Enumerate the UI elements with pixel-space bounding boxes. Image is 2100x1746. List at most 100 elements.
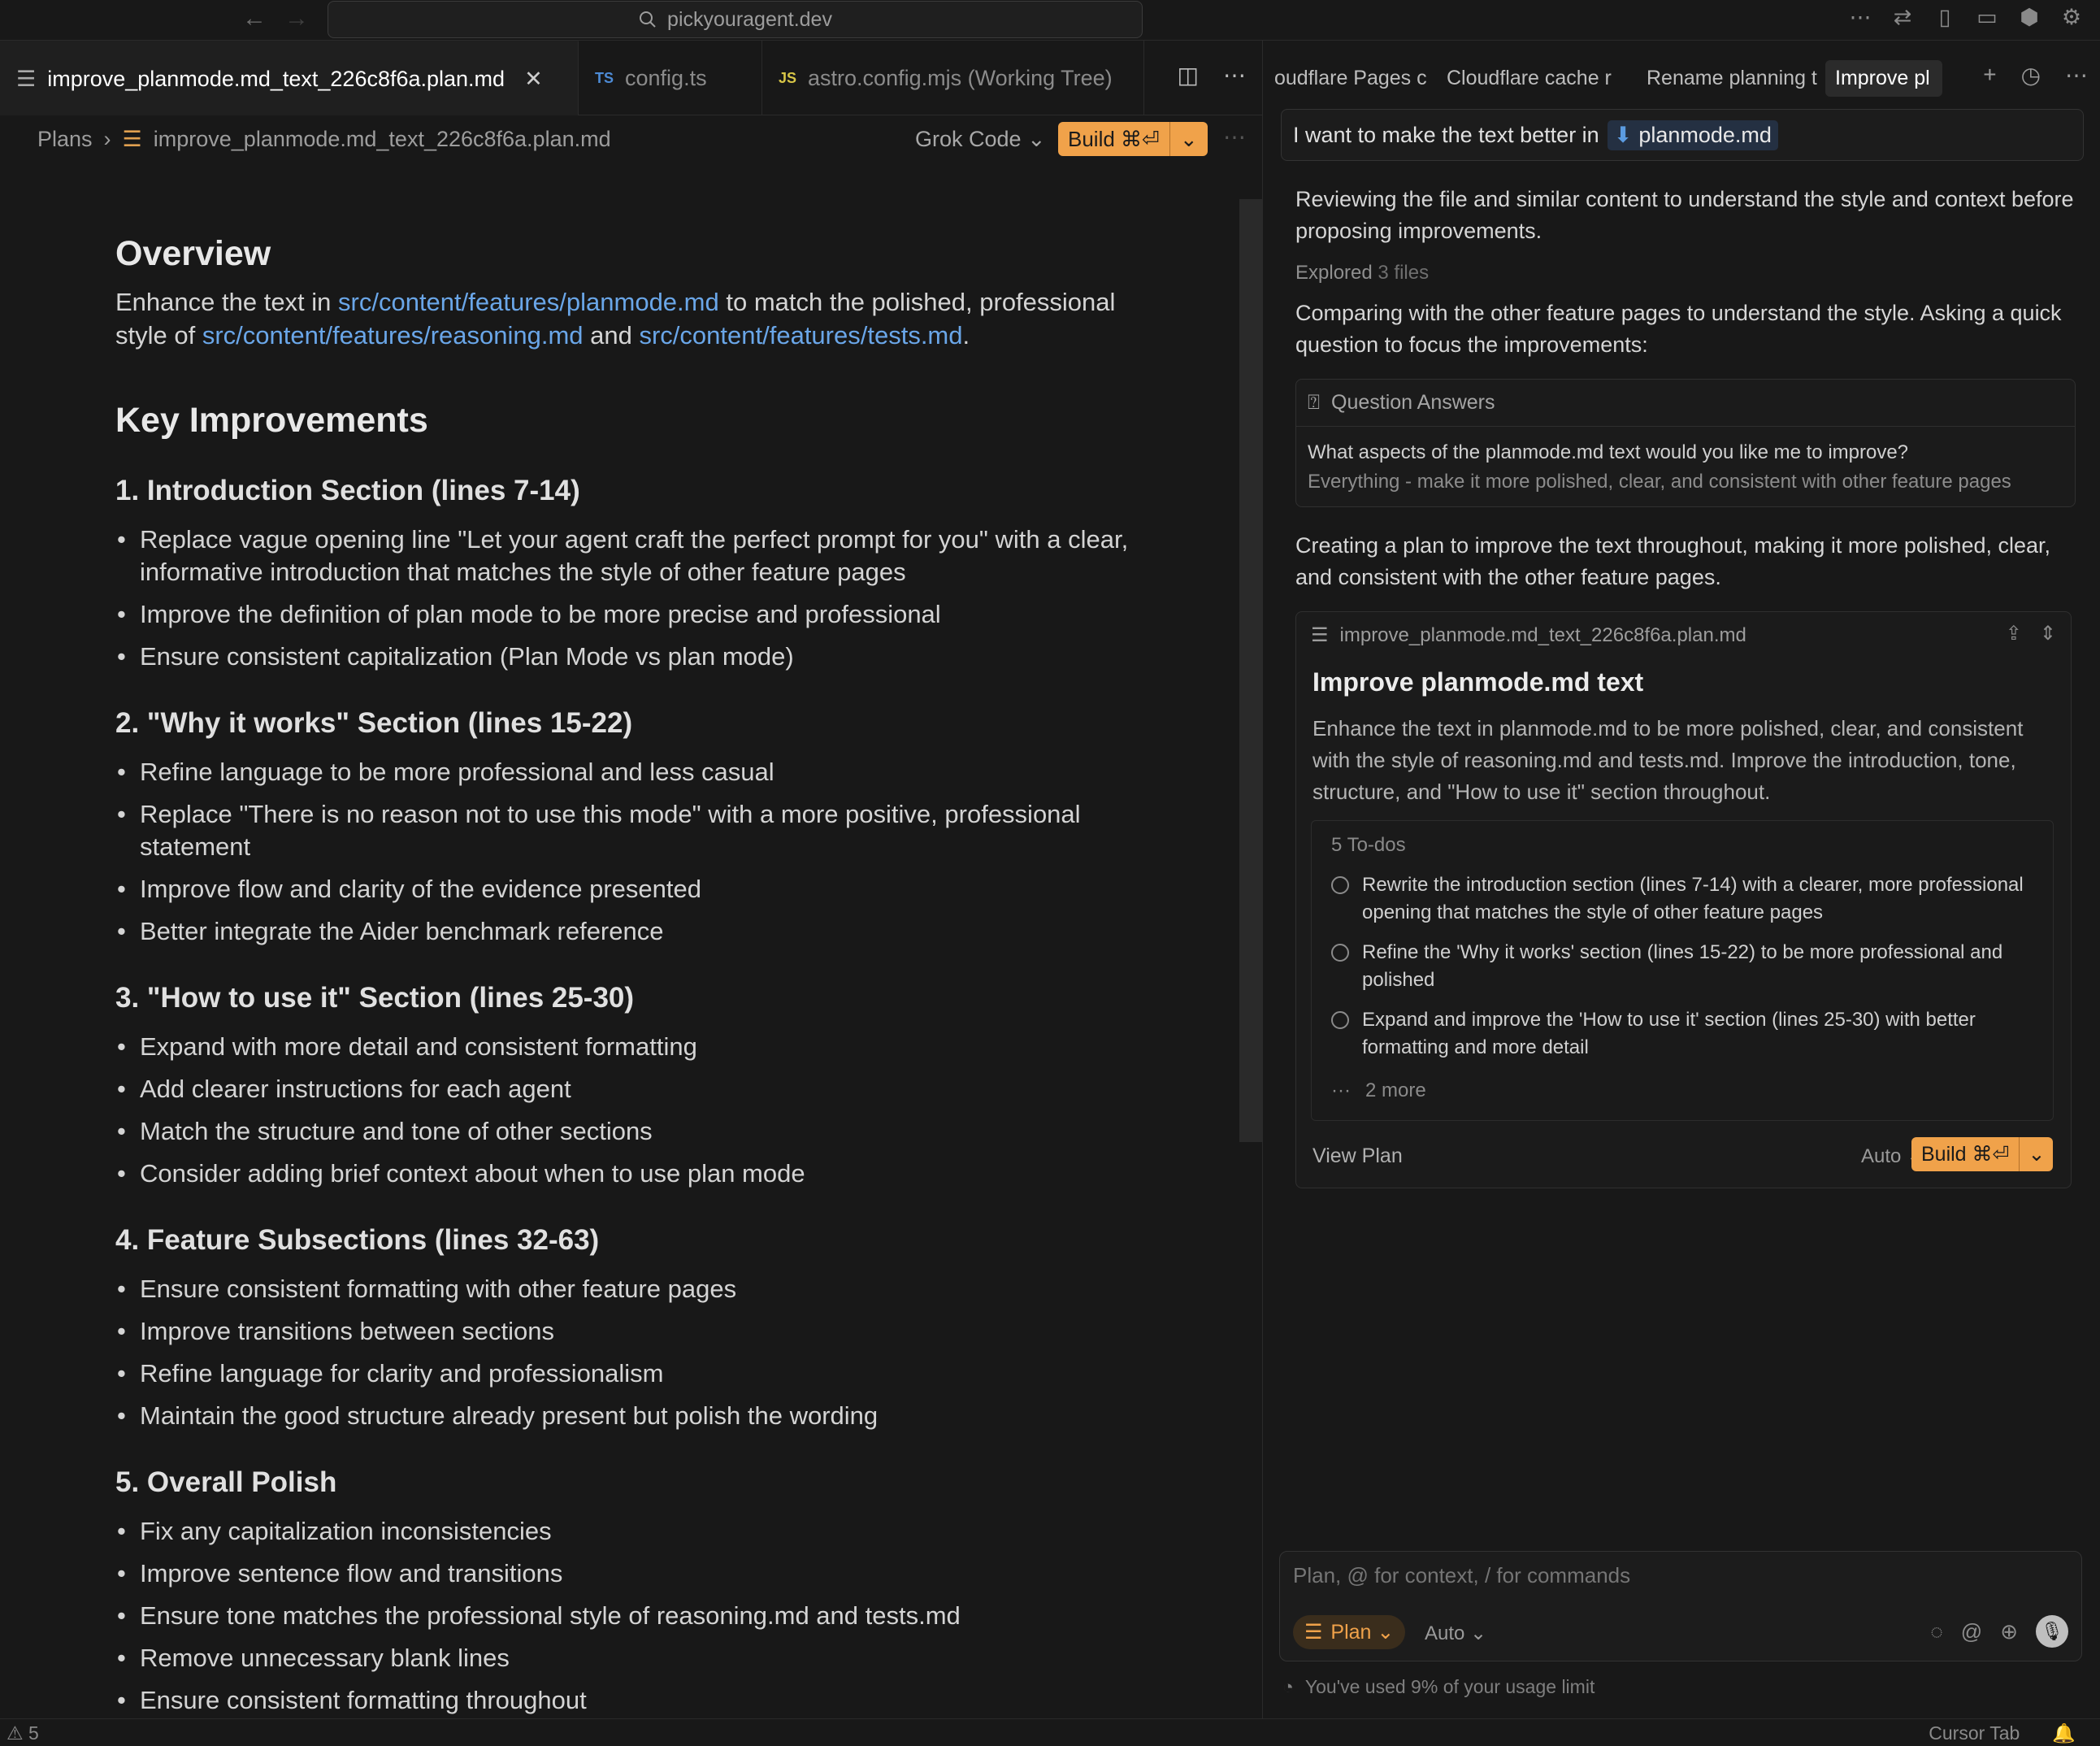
bell-icon[interactable]: 🔔 xyxy=(2052,1722,2076,1744)
breadcrumb-bar: Plans › ☰ improve_planmode.md_text_226c8… xyxy=(0,115,1262,166)
todos-header: 5 To-dos xyxy=(1331,834,1406,856)
question-answers-card: ⍰ Question Answers What aspects of the p… xyxy=(1295,379,2076,507)
todo-item: Expand and improve the 'How to use it' s… xyxy=(1331,1006,2038,1062)
list-item: Fix any capitalization inconsistencies xyxy=(115,1515,1166,1548)
history-icon[interactable]: ◷ xyxy=(2021,62,2041,89)
plan-description: Enhance the text in planmode.md to be mo… xyxy=(1312,716,2024,804)
composer-actions: ◌ @ ⊕ 🎙 xyxy=(1930,1615,2068,1648)
section-list: Ensure consistent formatting with other … xyxy=(115,1273,1166,1432)
tab-plan-file[interactable]: ☰ improve_planmode.md_text_226c8f6a.plan… xyxy=(0,41,579,115)
list-item: Ensure consistent capitalization (Plan M… xyxy=(115,641,1166,673)
chat-tab[interactable]: oudflare Pages c xyxy=(1263,67,1434,90)
command-center-search[interactable]: pickyouragent.dev xyxy=(328,1,1143,38)
text: Enhance the text in xyxy=(115,288,339,316)
status-bar: ⚠ 5 Cursor Tab 🔔 xyxy=(0,1718,2100,1746)
plan-title: Improve planmode.md text xyxy=(1312,667,1644,697)
list-item: Ensure consistent formatting throughout xyxy=(115,1684,1166,1717)
tab-config-ts[interactable]: TS config.ts xyxy=(579,41,762,115)
explored-label: Explored xyxy=(1295,262,1373,284)
more-icon[interactable]: ⋯ xyxy=(1848,5,1872,30)
mode-selector-plan[interactable]: ☰ Plan ⌄ xyxy=(1293,1615,1406,1649)
breadcrumb-plans[interactable]: Plans xyxy=(37,127,93,152)
list-icon: ☰ xyxy=(1311,624,1329,646)
chat-tab[interactable]: Cloudflare cache r xyxy=(1434,67,1634,90)
chat-input[interactable] xyxy=(1293,1563,2065,1588)
explored-summary[interactable]: Explored 3 files xyxy=(1295,262,2076,284)
chevron-down-icon[interactable]: ⌄ xyxy=(2019,1137,2053,1171)
close-icon[interactable]: ✕ xyxy=(524,67,543,92)
editor-scrollbar[interactable] xyxy=(1239,199,1262,1142)
section-heading: 2. "Why it works" Section (lines 15-22) xyxy=(115,707,633,739)
title-bar-actions: ⋯ ⇄ ▯ ▭ ⬢ ⚙ xyxy=(1848,5,2084,30)
plan-file-header[interactable]: ☰ improve_planmode.md_text_226c8f6a.plan… xyxy=(1311,623,1746,647)
section-heading: 4. Feature Subsections (lines 32-63) xyxy=(115,1224,600,1256)
link-planmode[interactable]: src/content/features/planmode.md xyxy=(338,288,719,316)
todo-checkbox[interactable] xyxy=(1331,1011,1349,1029)
model-auto-selector[interactable]: Auto ⌄ xyxy=(1425,1622,1486,1645)
chat-tab[interactable]: Rename planning t xyxy=(1634,67,1825,90)
user-prompt[interactable]: I want to make the text better in ⬇ plan… xyxy=(1281,109,2084,161)
link-reasoning[interactable]: src/content/features/reasoning.md xyxy=(202,321,584,350)
breadcrumb-separator: › xyxy=(103,127,111,151)
more-icon[interactable]: ⋯ xyxy=(1223,124,1246,150)
list-icon: ☰ xyxy=(122,127,142,151)
list-item: Match the structure and tone of other se… xyxy=(115,1115,1166,1148)
mention-icon[interactable]: @ xyxy=(1961,1619,1982,1644)
split-editor-icon[interactable]: ◫ xyxy=(1178,62,1199,89)
toggle-sidebar-icon[interactable]: ▯ xyxy=(1933,5,1957,30)
chevron-down-icon[interactable]: ⌄ xyxy=(1169,122,1208,156)
list-icon: ☰ xyxy=(16,66,37,91)
forward-arrow-icon[interactable]: → xyxy=(284,5,309,33)
file-chip[interactable]: ⬇ planmode.md xyxy=(1607,119,1778,150)
typescript-icon: TS xyxy=(595,69,614,86)
todo-checkbox[interactable] xyxy=(1331,944,1349,962)
section-list: Refine language to be more professional … xyxy=(115,756,1166,948)
more-icon[interactable]: ⋯ xyxy=(2065,62,2088,89)
section-list: Replace vague opening line "Let your age… xyxy=(115,523,1166,673)
cursor-tab-status[interactable]: Cursor Tab xyxy=(1929,1722,2020,1744)
list-item: Ensure consistent formatting with other … xyxy=(115,1273,1166,1305)
problems-indicator[interactable]: ⚠ 5 xyxy=(7,1722,39,1744)
list-item: Replace "There is no reason not to use t… xyxy=(115,798,1166,863)
plus-icon[interactable]: + xyxy=(1983,62,1996,89)
expand-icon[interactable]: ⇕ xyxy=(2040,622,2056,645)
overview-paragraph: Enhance the text in src/content/features… xyxy=(115,285,1166,352)
more-actions-icon[interactable]: ⋯ xyxy=(1223,62,1246,89)
link-tests[interactable]: src/content/features/tests.md xyxy=(639,321,962,350)
cube-icon[interactable]: ⬢ xyxy=(2017,5,2041,30)
list-item: Add clearer instructions for each agent xyxy=(115,1073,1166,1105)
tab-label: improve_planmode.md_text_226c8f6a.plan.m… xyxy=(47,66,505,91)
export-icon[interactable]: ⇪ xyxy=(2006,622,2022,645)
list-item: Remove unnecessary blank lines xyxy=(115,1642,1166,1674)
toggle-panel-icon[interactable]: ▭ xyxy=(1975,5,1999,30)
chat-tabs: oudflare Pages c Cloudflare cache r Rena… xyxy=(1263,41,2100,115)
settings-gear-icon[interactable]: ⚙ xyxy=(2059,5,2084,30)
chat-tab-active[interactable]: Improve pl xyxy=(1825,59,1942,97)
status-right: Cursor Tab 🔔 xyxy=(1929,1722,2076,1744)
qa-answer: Everything - make it more polished, clea… xyxy=(1308,471,2011,493)
mode-label: Plan ⌄ xyxy=(1330,1621,1395,1644)
plan-build-button[interactable]: Build ⌘⏎ ⌄ xyxy=(1911,1137,2054,1171)
usage-text: You've used 9% of your usage limit xyxy=(1304,1676,1595,1697)
back-arrow-icon[interactable]: ← xyxy=(242,5,267,33)
view-plan-link[interactable]: View Plan xyxy=(1312,1144,1403,1168)
plan-actions: ⇪ ⇕ xyxy=(2006,622,2056,645)
text: and xyxy=(583,321,640,350)
section-heading: 1. Introduction Section (lines 7-14) xyxy=(115,475,580,506)
breadcrumb-file[interactable]: improve_planmode.md_text_226c8f6a.plan.m… xyxy=(154,127,611,152)
globe-icon[interactable]: ⊕ xyxy=(2000,1619,2018,1644)
tab-astro-config[interactable]: JS astro.config.mjs (Working Tree) xyxy=(762,41,1144,115)
list-item: Consider adding brief context about when… xyxy=(115,1157,1166,1190)
swap-icon[interactable]: ⇄ xyxy=(1890,5,1915,30)
model-selector[interactable]: Grok Code ⌄ xyxy=(915,127,1046,152)
microphone-icon[interactable]: 🎙 xyxy=(2036,1615,2068,1648)
todo-text: Expand and improve the 'How to use it' s… xyxy=(1362,1009,1976,1058)
todos-more[interactable]: ··· 2 more xyxy=(1331,1079,1426,1102)
plan-card: ☰ improve_planmode.md_text_226c8f6a.plan… xyxy=(1295,611,2072,1188)
chat-tab-actions: + ◷ ⋯ xyxy=(1983,62,2088,89)
build-button[interactable]: Build ⌘⏎ ⌄ xyxy=(1058,122,1208,156)
assistant-message: Comparing with the other feature pages t… xyxy=(1295,301,2062,357)
todo-checkbox[interactable] xyxy=(1331,876,1349,894)
javascript-icon: JS xyxy=(779,69,797,86)
assistant-message: Reviewing the file and similar content t… xyxy=(1295,187,2074,243)
